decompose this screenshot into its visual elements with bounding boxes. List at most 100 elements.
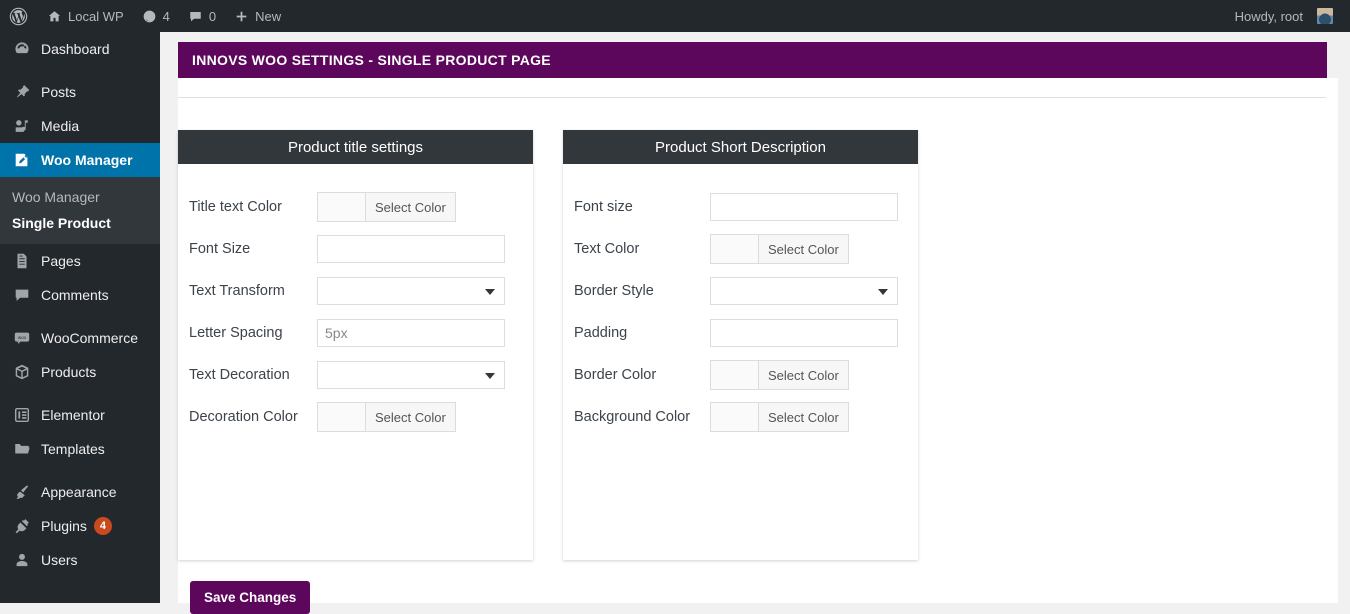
sidebar-item-dashboard[interactable]: Dashboard xyxy=(0,32,160,66)
label-title-text-color: Title text Color xyxy=(189,199,282,215)
panel-title: Product Short Description xyxy=(563,130,918,164)
color-swatch[interactable] xyxy=(710,402,758,432)
site-name-menu[interactable]: Local WP xyxy=(38,0,133,32)
save-button[interactable]: Save Changes xyxy=(190,581,311,614)
control-wrapper: Select Color xyxy=(317,402,456,432)
sidebar-item-woocommerce[interactable]: woo WooCommerce xyxy=(0,321,160,355)
sidebar-item-elementor[interactable]: Elementor xyxy=(0,398,160,432)
setting-row: Text Decoration xyxy=(178,354,533,396)
sidebar-item-label: Media xyxy=(41,118,80,134)
submenu: Woo Manager Single Product xyxy=(0,177,160,244)
select-text-decoration[interactable] xyxy=(317,361,505,389)
menu-separator xyxy=(0,389,160,398)
settings-panel: Product Short Description Font size Text C… xyxy=(563,130,918,560)
color-picker-background-color[interactable]: Select Color xyxy=(710,402,849,432)
select-color-button[interactable]: Select Color xyxy=(758,360,849,390)
sidebar-item-pages[interactable]: Pages xyxy=(0,244,160,278)
my-account-menu[interactable]: Howdy, root xyxy=(1226,0,1342,32)
color-swatch[interactable] xyxy=(710,360,758,390)
select-text-transform[interactable] xyxy=(317,277,505,305)
control-wrapper xyxy=(710,193,898,221)
label-font-size: Font size xyxy=(574,199,633,215)
user-icon xyxy=(12,550,32,570)
input-padding[interactable] xyxy=(710,319,898,347)
setting-row: Decoration Color Select Color xyxy=(178,396,533,438)
input-font-size[interactable] xyxy=(710,193,898,221)
setting-row: Letter Spacing xyxy=(178,312,533,354)
menu-separator xyxy=(0,66,160,75)
wordpress-logo-icon xyxy=(9,7,28,26)
color-picker-text-color[interactable]: Select Color xyxy=(710,234,849,264)
sidebar-item-plugins[interactable]: Plugins 4 xyxy=(0,509,160,543)
updates-count: 4 xyxy=(162,8,170,24)
setting-row: Text Transform xyxy=(178,270,533,312)
sidebar-item-label: Pages xyxy=(41,253,81,269)
setting-row: Border Color Select Color xyxy=(563,354,918,396)
post-edit-icon xyxy=(12,150,32,170)
media-icon xyxy=(12,116,32,136)
control-wrapper xyxy=(317,319,505,347)
control-wrapper: Select Color xyxy=(317,192,456,222)
sidebar-item-woo-manager[interactable]: Woo Manager xyxy=(0,143,168,177)
panel-body: Font size Text Color Select Color Border St… xyxy=(563,164,918,438)
input-letter-spacing[interactable] xyxy=(317,319,505,347)
updates-menu[interactable]: 4 xyxy=(133,0,179,32)
color-picker-border-color[interactable]: Select Color xyxy=(710,360,849,390)
wordpress-logo-button[interactable] xyxy=(0,0,38,32)
comments-menu[interactable]: 0 xyxy=(179,0,225,32)
menu-separator xyxy=(0,466,160,475)
home-icon xyxy=(47,9,62,24)
settings-panels: Product title settings Title text Color Se… xyxy=(178,130,918,560)
submenu-item-single-product[interactable]: Single Product xyxy=(0,210,160,236)
control-wrapper: Select Color xyxy=(710,402,849,432)
sidebar-item-users[interactable]: Users xyxy=(0,543,160,577)
color-swatch[interactable] xyxy=(317,192,365,222)
updates-icon xyxy=(142,9,157,24)
select-color-button[interactable]: Select Color xyxy=(758,234,849,264)
admin-sidebar: Dashboard Posts Media Woo Manager Woo Manage… xyxy=(0,32,168,603)
sidebar-item-posts[interactable]: Posts xyxy=(0,75,160,109)
sidebar-item-products[interactable]: Products xyxy=(0,355,160,389)
control-wrapper xyxy=(317,277,505,305)
setting-row: Padding xyxy=(563,312,918,354)
color-swatch[interactable] xyxy=(710,234,758,264)
label-border-color: Border Color xyxy=(574,367,657,383)
setting-row: Background Color Select Color xyxy=(563,396,918,438)
label-decoration-color: Decoration Color xyxy=(189,409,298,425)
control-wrapper: Select Color xyxy=(710,234,849,264)
sidebar-item-templates[interactable]: Templates xyxy=(0,432,160,466)
sidebar-item-label: Elementor xyxy=(41,407,105,423)
label-border-style: Border Style xyxy=(574,283,654,299)
setting-row: Font size xyxy=(563,186,918,228)
color-picker-title-text-color[interactable]: Select Color xyxy=(317,192,456,222)
select-color-button[interactable]: Select Color xyxy=(365,402,456,432)
sidebar-item-media[interactable]: Media xyxy=(0,109,160,143)
select-color-button[interactable]: Select Color xyxy=(758,402,849,432)
submenu-item-woo-manager[interactable]: Woo Manager xyxy=(0,184,160,210)
select-border-style[interactable] xyxy=(710,277,898,305)
avatar xyxy=(1317,8,1333,24)
color-swatch[interactable] xyxy=(317,402,365,432)
control-wrapper: Select Color xyxy=(710,360,849,390)
paintbrush-icon xyxy=(12,482,32,502)
sidebar-item-label: Posts xyxy=(41,84,77,100)
sidebar-item-comments[interactable]: Comments xyxy=(0,278,160,312)
label-padding: Padding xyxy=(574,325,628,341)
woocommerce-icon: woo xyxy=(12,328,32,348)
label-letter-spacing: Letter Spacing xyxy=(189,325,283,341)
page-wrapper: Product title settings Title text Color Se… xyxy=(178,78,1338,614)
select-color-button[interactable]: Select Color xyxy=(365,192,456,222)
label-text-decoration: Text Decoration xyxy=(189,367,290,383)
color-picker-decoration-color[interactable]: Select Color xyxy=(317,402,456,432)
setting-row: Text Color Select Color xyxy=(563,228,918,270)
new-content-label: New xyxy=(255,8,282,24)
label-font-size: Font Size xyxy=(189,241,251,257)
sidebar-item-appearance[interactable]: Appearance xyxy=(0,475,160,509)
settings-panel: Product title settings Title text Color Se… xyxy=(178,130,533,560)
input-font-size[interactable] xyxy=(317,235,505,263)
pages-icon xyxy=(12,251,32,271)
menu-separator xyxy=(0,312,160,321)
plug-icon xyxy=(12,516,32,536)
new-content-menu[interactable]: New xyxy=(225,0,290,32)
sidebar-item-label: WooCommerce xyxy=(41,330,138,346)
